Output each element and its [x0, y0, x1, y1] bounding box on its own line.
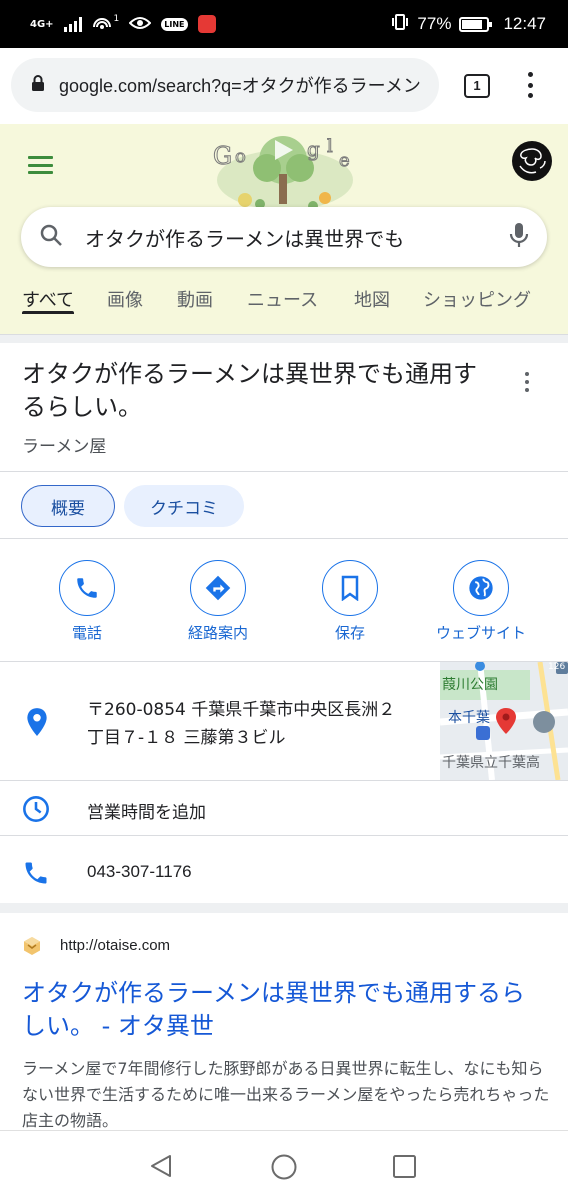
huawei-app-icon — [197, 15, 216, 33]
section-gap — [0, 335, 568, 343]
call-label: 電話 — [71, 624, 102, 642]
search-tabs: すべて 画像 動画 ニュース 地図 ショッピング — [0, 284, 568, 322]
globe-icon — [453, 560, 509, 616]
section-gap — [0, 903, 568, 913]
directions-label: 経路案内 — [187, 624, 248, 642]
tab-switcher-button[interactable]: 1 — [464, 74, 490, 98]
microphone-icon[interactable] — [509, 221, 529, 253]
svg-text:l: l — [327, 136, 333, 157]
system-nav-bar — [0, 1130, 568, 1200]
search-input[interactable]: オタクが作るラーメンは異世界でも — [85, 223, 509, 252]
status-bar: 4G+ 1 LINE 77% 12:47 — [0, 0, 568, 48]
result-snippet: ラーメン屋で7年間修行した豚野郎がある日異世界に転生し、なにも知らない世界で生活… — [22, 1059, 550, 1130]
divider — [0, 538, 568, 539]
address-line-2: 丁目７-１８ 三藤第３ビル — [87, 728, 286, 748]
directions-action[interactable]: 経路案内 — [158, 560, 278, 643]
map-label-route: 126 — [548, 662, 566, 672]
url-text: google.com/search?q=オタクが作るラーメン — [59, 76, 421, 96]
add-hours-link[interactable]: 営業時間を追加 — [87, 798, 206, 823]
phone-icon — [59, 560, 115, 616]
result-title-link[interactable]: オタクが作るラーメンは異世界でも通用するらしい。 - オタ異世 — [22, 977, 542, 1043]
svg-text:e: e — [339, 150, 350, 171]
browser-menu-button[interactable] — [526, 72, 534, 98]
business-title: オタクが作るラーメンは異世界でも通用するらしい。 — [22, 360, 478, 421]
website-action[interactable]: ウェブサイト — [421, 560, 541, 643]
business-address[interactable]: 〒260-0854 千葉県千葉市中央区長洲２ 丁目７-１８ 三藤第３ビル — [87, 696, 427, 752]
phone-number[interactable]: 043-307-1176 — [87, 862, 192, 882]
tab-shopping[interactable]: ショッピング — [423, 286, 531, 312]
tab-images[interactable]: 画像 — [107, 286, 143, 312]
reviews-chip[interactable]: クチコミ — [124, 485, 244, 527]
signal-icon — [63, 16, 82, 32]
browser-toolbar: google.com/search?q=オタクが作るラーメン 1 — [0, 48, 568, 124]
tab-news[interactable]: ニュース — [247, 286, 318, 312]
bookmark-icon — [322, 560, 378, 616]
address-bar[interactable]: google.com/search?q=オタクが作るラーメン — [11, 58, 439, 112]
result-url[interactable]: http://otaise.com — [60, 937, 170, 954]
home-icon[interactable] — [270, 1153, 298, 1185]
save-label: 保存 — [334, 624, 365, 642]
map-label-school: 千葉県立千葉高 — [442, 755, 540, 771]
search-header: G o g l e オタクが作るラーメンは異世界でも すべて 画像 動画 ニュー… — [0, 124, 568, 334]
vibrate-icon — [391, 13, 409, 36]
svg-text:G: G — [213, 142, 232, 170]
tab-videos[interactable]: 動画 — [177, 286, 213, 312]
directions-icon — [190, 560, 246, 616]
map-label-park: 葭川公園 — [442, 677, 498, 693]
search-box[interactable]: オタクが作るラーメンは異世界でも — [21, 207, 547, 267]
google-doodle[interactable]: G o g l e — [205, 130, 365, 214]
lock-icon — [31, 74, 45, 96]
recents-icon[interactable] — [392, 1154, 418, 1184]
business-category: ラーメン屋 — [22, 437, 107, 457]
avatar[interactable] — [510, 140, 554, 182]
back-icon[interactable] — [148, 1153, 174, 1183]
save-action[interactable]: 保存 — [290, 560, 410, 643]
site-favicon — [22, 936, 42, 956]
clock: 12:47 — [503, 14, 546, 33]
line-app-icon: LINE — [161, 17, 188, 31]
network-type: 4G+ — [30, 18, 54, 30]
battery-icon — [459, 16, 493, 32]
address-line-1: 〒260-0854 千葉県千葉市中央区長洲２ — [87, 700, 396, 720]
location-pin-icon — [24, 707, 50, 741]
tab-maps[interactable]: 地図 — [354, 286, 390, 312]
menu-icon[interactable] — [28, 156, 53, 174]
divider — [0, 835, 568, 836]
sim-indicator: 1 — [113, 14, 120, 24]
map-label-station: 本千葉 — [448, 710, 490, 726]
overview-chip[interactable]: 概要 — [21, 485, 115, 527]
divider — [0, 780, 568, 781]
svg-text:g: g — [307, 137, 320, 161]
phone-icon — [22, 859, 50, 891]
website-label: ウェブサイト — [435, 624, 526, 642]
tab-all[interactable]: すべて — [22, 286, 75, 314]
call-action[interactable]: 電話 — [27, 560, 147, 643]
search-icon[interactable] — [39, 223, 63, 251]
map-thumbnail[interactable]: 葭川公園 本千葉 千葉県立千葉高 126 — [440, 662, 568, 780]
clock-icon — [22, 795, 50, 827]
battery-percent: 77% — [417, 14, 452, 33]
more-options-icon[interactable] — [524, 372, 530, 392]
hotspot-icon — [92, 14, 112, 35]
eye-comfort-icon — [128, 16, 152, 33]
divider — [0, 471, 568, 472]
svg-text:o: o — [235, 146, 246, 167]
